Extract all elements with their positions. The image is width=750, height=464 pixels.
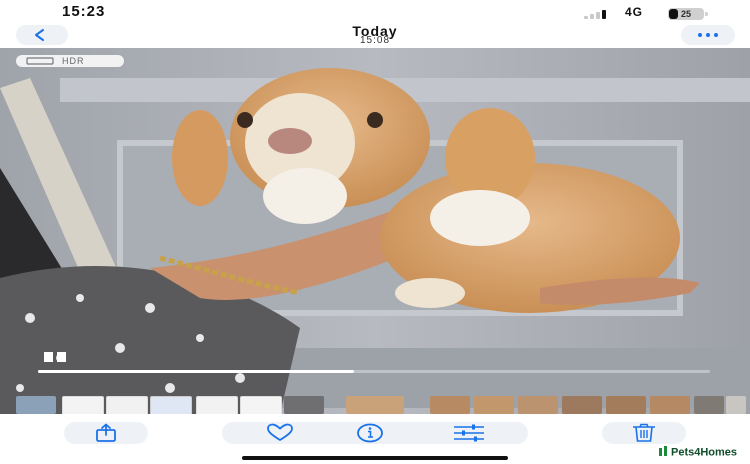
playback-scrubber[interactable] — [38, 370, 710, 373]
thumbnail[interactable] — [16, 396, 56, 414]
pets4homes-watermark: Pets4Homes — [658, 445, 737, 460]
photo-header: Today 15:08 — [0, 22, 750, 48]
thumbnail[interactable] — [518, 396, 558, 414]
hdr-badge[interactable]: HDR — [16, 55, 124, 67]
hdr-label: HDR — [62, 56, 85, 66]
signal-strength-icon — [584, 9, 614, 19]
trash-icon — [633, 423, 655, 442]
favorite-button[interactable] — [266, 423, 293, 443]
pets4homes-logo-icon — [658, 445, 670, 460]
heart-icon — [267, 423, 293, 442]
thumbnail[interactable] — [346, 396, 404, 414]
thumbnail[interactable] — [562, 396, 602, 414]
network-type: 4G — [625, 5, 644, 19]
share-button[interactable] — [94, 423, 118, 443]
pause-button[interactable] — [43, 350, 69, 362]
battery-icon: 25 — [668, 8, 710, 20]
share-icon — [96, 423, 116, 442]
info-icon — [357, 423, 383, 443]
pause-icon — [44, 352, 66, 362]
delete-button[interactable] — [630, 423, 655, 443]
thumbnail[interactable] — [240, 396, 282, 414]
thumbnail[interactable] — [430, 396, 470, 414]
more-button[interactable] — [681, 25, 735, 45]
thumbnail[interactable] — [694, 396, 724, 414]
hdr-icon — [26, 57, 54, 65]
battery-level: 25 — [680, 9, 691, 19]
puppy-photo[interactable]: HDR — [0, 48, 750, 414]
thumbnail[interactable] — [150, 396, 192, 414]
info-button[interactable] — [356, 423, 383, 443]
status-bar: 15:23 4G 25 — [0, 0, 750, 22]
ellipsis-icon — [698, 33, 718, 37]
thumbnail[interactable] — [474, 396, 514, 414]
thumbnail[interactable] — [606, 396, 646, 414]
home-indicator[interactable] — [242, 456, 508, 460]
status-time: 15:23 — [62, 3, 106, 20]
thumbnail[interactable] — [62, 396, 104, 414]
watermark-text: Pets4Homes — [671, 446, 738, 459]
playback-progress-fill — [38, 370, 354, 373]
sliders-icon — [454, 424, 484, 442]
adjust-button[interactable] — [452, 423, 484, 443]
thumbnail[interactable] — [106, 396, 148, 414]
photo-toolbar: Pets4Homes — [0, 414, 750, 464]
thumbnail[interactable] — [650, 396, 690, 414]
thumbnail[interactable] — [196, 396, 238, 414]
thumbnail-strip[interactable] — [0, 396, 750, 414]
photo-time-subtitle: 15:08 — [359, 35, 391, 46]
puppy-image — [0, 48, 750, 414]
thumbnail[interactable] — [726, 396, 746, 414]
thumbnail[interactable] — [284, 396, 324, 414]
